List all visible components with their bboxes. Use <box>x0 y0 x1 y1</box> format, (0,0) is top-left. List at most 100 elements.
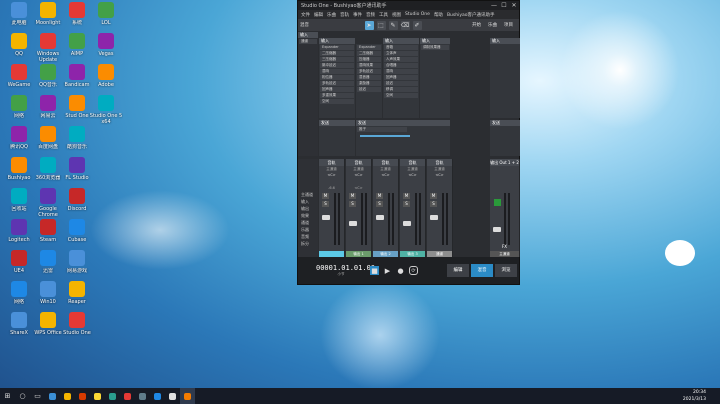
channel-fader[interactable] <box>403 221 411 226</box>
menu-item[interactable]: Studio One <box>405 12 430 17</box>
insert-slot[interactable]: 调制效果器 <box>421 45 449 50</box>
insert-slot[interactable]: 压缩器 <box>357 57 381 62</box>
channel-gain[interactable]: <C> <box>346 185 371 191</box>
app-icon-4[interactable] <box>90 388 105 404</box>
side-list-item[interactable]: 拆分 <box>298 240 318 247</box>
mute-button[interactable]: M <box>376 193 383 199</box>
menu-item[interactable]: 事件 <box>353 12 362 18</box>
mute-button[interactable]: M <box>430 193 437 199</box>
insert-slot[interactable]: 空间 <box>384 93 418 98</box>
minimize-button[interactable]: — <box>489 2 499 9</box>
side-list-item[interactable]: 效果 <box>298 212 318 219</box>
insert-slot[interactable]: 音箱 <box>384 45 418 50</box>
windows-start-icon[interactable]: ⊞ <box>0 388 15 404</box>
insert-slot[interactable]: 空间 <box>320 99 354 104</box>
channel-footer[interactable]: 输出 1 <box>346 251 371 257</box>
channel-footer[interactable] <box>319 251 344 257</box>
channel-pan[interactable]: <C> <box>346 172 371 178</box>
channel-gain[interactable]: -6.6 <box>319 185 344 191</box>
search-icon[interactable]: ○ <box>15 388 30 404</box>
menu-item[interactable]: 工具 <box>379 12 388 18</box>
solo-button[interactable]: S <box>349 201 356 207</box>
side-list-item[interactable]: 音频 <box>298 233 318 240</box>
task-view-icon[interactable]: ▭ <box>30 388 45 404</box>
project-button[interactable]: 项目 <box>504 22 513 28</box>
insert-slot[interactable]: 合唱器 <box>384 63 418 68</box>
master-fx[interactable]: FX <box>490 244 519 249</box>
insert-slot[interactable]: Expander <box>320 45 354 50</box>
desktop-icon[interactable]: LOL <box>89 2 123 32</box>
channel-gain[interactable] <box>400 185 425 191</box>
app-icon-2[interactable] <box>60 388 75 404</box>
side-list-item[interactable]: 主通道 <box>298 191 318 198</box>
insert-slot[interactable]: 延迟 <box>384 81 418 86</box>
mute-button[interactable]: M <box>403 193 410 199</box>
studio-one-taskbar-icon[interactable] <box>180 388 195 404</box>
desktop-icon[interactable]: Vegas <box>89 33 123 63</box>
record-icon[interactable]: ● <box>396 266 405 275</box>
insert-slot[interactable]: 三压缩器 <box>320 57 354 62</box>
insert-slot[interactable]: 混响 <box>320 69 354 74</box>
insert-slot[interactable]: 二压缩器 <box>357 51 381 56</box>
master-fader[interactable] <box>493 227 501 232</box>
insert-slot[interactable]: 脉冲延迟 <box>320 63 354 68</box>
channel-fader[interactable] <box>376 215 384 220</box>
desktop-icon[interactable]: Adobe <box>89 64 123 94</box>
app-icon-6[interactable] <box>120 388 135 404</box>
range-tool-icon[interactable]: ⬚ <box>376 20 386 30</box>
app-icon-9[interactable] <box>165 388 180 404</box>
play-icon[interactable]: ▶ <box>383 266 392 275</box>
channel-footer[interactable]: 通道 <box>427 251 452 257</box>
app-icon-8[interactable] <box>150 388 165 404</box>
menu-item[interactable]: 帮助 <box>434 12 443 18</box>
desktop-icon[interactable]: FL Studio <box>60 157 94 187</box>
master-green-button[interactable] <box>494 199 501 206</box>
solo-button[interactable]: S <box>376 201 383 207</box>
start-button[interactable]: 开始 <box>472 22 481 28</box>
desktop-icon[interactable]: Discord <box>60 188 94 218</box>
insert-slot[interactable]: 立体声 <box>384 51 418 56</box>
solo-button[interactable]: S <box>403 201 410 207</box>
menu-item[interactable]: 文件 <box>301 12 310 18</box>
menu-item[interactable]: 音频 <box>366 12 375 18</box>
insert-slot[interactable]: 移调 <box>384 87 418 92</box>
insert-slot[interactable]: 混音器 <box>357 75 381 80</box>
clock[interactable]: 20:34 2021/3/13 <box>683 389 706 403</box>
paint-tool-icon[interactable]: ✐ <box>412 20 422 30</box>
insert-slot[interactable]: 激励器 <box>357 81 381 86</box>
menu-item[interactable]: 乐曲 <box>327 12 336 18</box>
insert-slot[interactable]: 回声器 <box>384 75 418 80</box>
menu-item[interactable]: 视图 <box>392 12 401 18</box>
title-bar[interactable]: Studio One - Bushiyao客户通讯助手 — ☐ ✕ <box>298 1 519 10</box>
desktop-icon[interactable]: Reaper <box>60 281 94 311</box>
menu-item[interactable]: 音轨 <box>340 12 349 18</box>
view-tab-0[interactable]: 编辑 <box>447 264 469 277</box>
insert-slot[interactable]: 回声器 <box>320 87 354 92</box>
solo-button[interactable]: S <box>430 201 437 207</box>
insert-slot[interactable]: 相位器 <box>320 75 354 80</box>
insert-slot[interactable]: 多轨延迟 <box>320 81 354 86</box>
mute-button[interactable]: M <box>349 193 356 199</box>
insert-slot[interactable]: 多轨延迟 <box>357 69 381 74</box>
desktop-icon[interactable]: Studio One <box>60 312 94 342</box>
insert-slot[interactable]: 二压缩器 <box>320 51 354 56</box>
channel-pan[interactable]: <C> <box>373 172 398 178</box>
send-slider[interactable] <box>360 135 410 137</box>
side-list-item[interactable]: 输入 <box>298 198 318 205</box>
channel-fader[interactable] <box>322 215 330 220</box>
channel-footer[interactable]: 输出 2 <box>373 251 398 257</box>
studio-one-window[interactable]: Studio One - Bushiyao客户通讯助手 — ☐ ✕ 文件 编辑 乐曲… <box>297 0 520 285</box>
app-icon-3[interactable] <box>75 388 90 404</box>
side-list-item[interactable]: 通道 <box>298 219 318 226</box>
channel-pan[interactable]: <C> <box>319 172 344 178</box>
solo-button[interactable]: S <box>322 201 329 207</box>
app-icon-1[interactable] <box>45 388 60 404</box>
close-button[interactable]: ✕ <box>509 2 519 9</box>
pencil-tool-icon[interactable]: ✎ <box>388 20 398 30</box>
time-display[interactable]: 00001.01.01.00 小节 <box>316 264 375 277</box>
desktop-icon[interactable]: Cubase <box>60 219 94 249</box>
insert-slot[interactable]: Expander <box>357 45 381 50</box>
menu-item[interactable]: 编辑 <box>314 12 323 18</box>
loop-icon[interactable]: ⟳ <box>409 266 418 275</box>
menu-item[interactable]: Bushiyao客户通讯助手 <box>447 12 495 18</box>
